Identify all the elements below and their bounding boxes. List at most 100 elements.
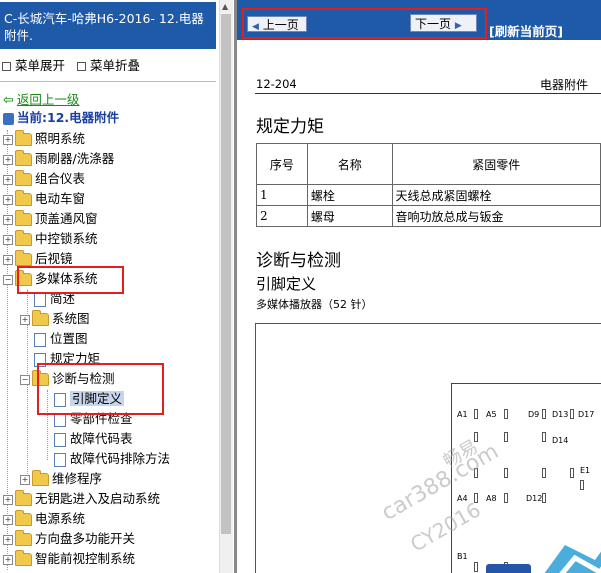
scroll-up-arrow-icon[interactable]: ▲ xyxy=(222,2,228,11)
table-cell: 螺栓 xyxy=(306,184,393,206)
pin-slot xyxy=(542,432,546,442)
pin-slot xyxy=(474,409,478,419)
tree-item-label: 智能前视控制系统 xyxy=(35,551,136,566)
expand-toggle-icon[interactable]: + xyxy=(3,234,13,245)
tree-item-label: 位置图 xyxy=(50,331,88,346)
section-name: 电器附件 xyxy=(540,78,589,92)
table-row: 2 螺母 音响功放总成与钣金 xyxy=(256,205,601,227)
table-header-cell: 序号 xyxy=(256,143,308,185)
tree-item[interactable]: + 系统图 xyxy=(20,310,90,328)
tree-item[interactable]: + 智能前视控制系统 xyxy=(3,550,135,568)
tree-item[interactable]: 位置图 xyxy=(34,330,88,348)
tree-item[interactable]: + 电源系统 xyxy=(3,510,85,528)
tree-item-label: 顶盖通风窗 xyxy=(35,211,98,226)
expand-toggle-icon[interactable]: + xyxy=(20,474,30,485)
watermark-stamp xyxy=(544,545,601,573)
folder-icon xyxy=(15,170,32,186)
collapse-icon xyxy=(77,61,86,71)
tree-item-label: 后视镜 xyxy=(35,251,73,266)
pin-label: D14 xyxy=(552,436,569,445)
collapse-toggle-icon[interactable]: − xyxy=(20,374,30,385)
tree-item[interactable]: 故障代码表 xyxy=(54,430,133,448)
pin-slot xyxy=(504,409,508,419)
folder-icon xyxy=(15,530,32,546)
expand-toggle-icon[interactable]: + xyxy=(3,134,13,145)
back-link[interactable]: ⇦ 返回上一级 xyxy=(3,91,79,109)
tree-item[interactable]: + 方向盘多功能开关 xyxy=(3,530,135,548)
table-cell: 音响功放总成与钣金 xyxy=(391,205,601,227)
folder-icon xyxy=(32,310,49,326)
tree-title: C-长城汽车-哈弗H6-2016- 12.电器附件. xyxy=(0,2,216,49)
tree-item-label: 故障代码排除方法 xyxy=(70,451,171,466)
pin-subtitle: 多媒体播放器（52 针） xyxy=(256,298,373,311)
table-row: 1 螺栓 天线总成紧固螺栓 xyxy=(256,184,601,206)
divider xyxy=(0,81,216,82)
folder-icon xyxy=(15,510,32,526)
tree-item-label: 电源系统 xyxy=(35,511,86,526)
folder-icon xyxy=(15,250,32,266)
menu-controls: 菜单展开 菜单折叠 xyxy=(2,55,148,74)
tree-item-label: 组合仪表 xyxy=(35,171,86,186)
document-icon xyxy=(54,432,66,447)
tree-item[interactable]: 故障代码排除方法 xyxy=(54,450,170,468)
expand-toggle-icon[interactable]: + xyxy=(20,314,30,325)
menu-collapse-button[interactable]: 菜单折叠 xyxy=(77,58,140,73)
refresh-page-link[interactable]: [刷新当前页] xyxy=(489,21,563,40)
pin-label: A5 xyxy=(486,410,497,419)
expand-toggle-icon[interactable]: + xyxy=(3,214,13,225)
torque-heading: 规定力矩 xyxy=(256,117,324,137)
tree-item[interactable]: + 维修程序 xyxy=(20,470,102,488)
document-pane: ◀ 上一页 下一页 ▶ [刷新当前页] 12-204 电器附件 规定力矩 序号 … xyxy=(237,0,601,573)
expand-toggle-icon[interactable]: + xyxy=(3,154,13,165)
table-header-row: 序号 名称 紧固零件 xyxy=(256,143,601,185)
current-node-label: 当前:12.电器附件 xyxy=(17,110,120,125)
tree-item[interactable]: + 顶盖通风窗 xyxy=(3,210,98,228)
expand-toggle-icon[interactable]: + xyxy=(3,534,13,545)
pin-label: B1 xyxy=(457,552,468,561)
expand-toggle-icon[interactable]: + xyxy=(3,494,13,505)
torque-table: 序号 名称 紧固零件 1 螺栓 天线总成紧固螺栓 2 螺母 音响功放总成与钣金 xyxy=(256,143,601,227)
tree-item[interactable]: + 无钥匙进入及启动系统 xyxy=(3,490,160,508)
bottom-tab xyxy=(486,564,531,573)
menu-expand-label: 菜单展开 xyxy=(15,58,66,73)
folder-icon xyxy=(32,470,49,486)
pin-label: A1 xyxy=(457,410,468,419)
collapse-toggle-icon[interactable]: − xyxy=(3,274,13,285)
menu-expand-button[interactable]: 菜单展开 xyxy=(2,58,65,73)
tree-item[interactable]: + 电动车窗 xyxy=(3,190,85,208)
expand-toggle-icon[interactable]: + xyxy=(3,194,13,205)
expand-toggle-icon[interactable]: + xyxy=(3,554,13,565)
tree-item[interactable]: + 照明系统 xyxy=(3,130,85,148)
tree-item-label: 系统图 xyxy=(52,311,90,326)
table-cell: 1 xyxy=(256,184,308,206)
page-nav-bar: ◀ 上一页 下一页 ▶ [刷新当前页] xyxy=(237,0,601,40)
folder-icon xyxy=(15,210,32,226)
folder-icon xyxy=(15,150,32,166)
tree-item[interactable]: + 雨刷器/洗涤器 xyxy=(3,150,114,168)
expand-toggle-icon[interactable]: + xyxy=(3,254,13,265)
page-number: 12-204 xyxy=(256,77,297,91)
tree-item-label: 电动车窗 xyxy=(35,191,86,206)
expand-icon xyxy=(2,61,11,71)
tree-scrollbar-thumb[interactable] xyxy=(221,14,231,534)
tree-item-label: 无钥匙进入及启动系统 xyxy=(35,491,161,506)
tree-item-label: 维修程序 xyxy=(52,471,103,486)
current-node-icon xyxy=(3,112,14,125)
pin-slot xyxy=(542,409,546,419)
annotation-box xyxy=(242,8,487,39)
pin-slot xyxy=(570,409,574,419)
pin-heading: 引脚定义 xyxy=(256,275,317,293)
diagnosis-heading: 诊断与检测 xyxy=(256,251,341,271)
expand-toggle-icon[interactable]: + xyxy=(3,174,13,185)
back-link-label: 返回上一级 xyxy=(16,92,80,107)
expand-toggle-icon[interactable]: + xyxy=(3,514,13,525)
tree-item[interactable]: + 组合仪表 xyxy=(3,170,85,188)
back-arrow-icon: ⇦ xyxy=(3,93,14,108)
annotation-box xyxy=(17,266,124,294)
tree-item[interactable]: + 中控锁系统 xyxy=(3,230,98,248)
pin-label: D13 xyxy=(552,410,569,419)
document-icon xyxy=(34,332,46,347)
pin-slot xyxy=(504,432,508,442)
tree-item-label: 照明系统 xyxy=(35,131,86,146)
pin-slot xyxy=(474,562,478,572)
